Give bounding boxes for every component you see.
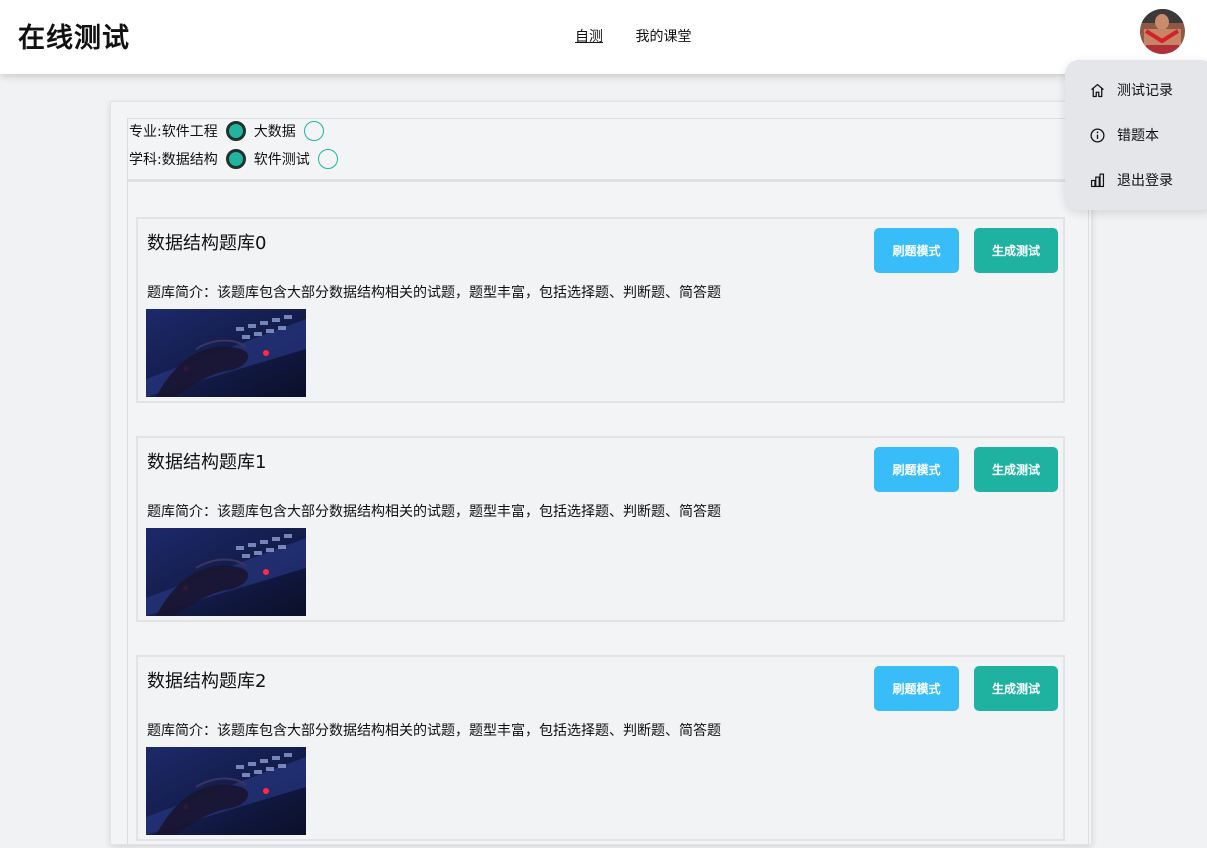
subject-option-label: 软件测试: [253, 152, 310, 168]
radio-software-testing[interactable]: [317, 149, 338, 169]
menu-item-label: 退出登录: [1117, 173, 1173, 189]
avatar[interactable]: [1140, 9, 1185, 54]
info-icon: [1090, 127, 1105, 143]
major-filter-label: 专业:: [129, 124, 162, 140]
menu-item-label: 测试记录: [1117, 83, 1173, 99]
radio-big-data[interactable]: [303, 121, 324, 141]
practice-mode-button[interactable]: 刷题模式: [874, 228, 959, 273]
menu-item-test-records[interactable]: 测试记录: [1089, 78, 1173, 102]
subject-option-label: 数据结构: [161, 152, 218, 168]
bank-title: 数据结构题库0: [147, 233, 267, 254]
bank-cover-image: [146, 747, 306, 835]
question-bank-card: 数据结构题库0 刷题模式 生成测试 题库简介：该题库包含大部分数据结构相关的试题…: [136, 217, 1065, 403]
generate-test-button[interactable]: 生成测试: [974, 228, 1058, 273]
home-icon: [1091, 83, 1104, 97]
question-bank-card: 数据结构题库1 刷题模式 生成测试 题库简介：该题库包含大部分数据结构相关的试题…: [136, 436, 1065, 622]
menu-item-logout[interactable]: 退出登录: [1089, 168, 1173, 192]
question-bank-card: 数据结构题库2 刷题模式 生成测试 题库简介：该题库包含大部分数据结构相关的试题…: [136, 655, 1065, 841]
practice-mode-button[interactable]: 刷题模式: [874, 666, 959, 711]
bank-title: 数据结构题库2: [147, 671, 267, 692]
main-panel: 专业: 软件工程 大数据 学科: 数据结构 软件测试 数据结构题库0 刷题模式 …: [110, 101, 1092, 845]
major-filter: 专业: 软件工程 大数据: [129, 119, 332, 143]
nav-item-my-classroom[interactable]: 我的课堂: [635, 29, 691, 45]
generate-test-button[interactable]: 生成测试: [974, 666, 1058, 711]
subject-filter-label: 学科:: [129, 152, 162, 168]
radio-data-structures[interactable]: [225, 149, 246, 169]
avatar-image: [1140, 9, 1185, 54]
bank-cover-image: [146, 528, 306, 616]
nav-item-self-test[interactable]: 自测: [575, 29, 603, 45]
generate-test-button[interactable]: 生成测试: [974, 447, 1058, 492]
major-option-label: 大数据: [253, 124, 296, 140]
radio-software-engineering[interactable]: [225, 121, 246, 141]
top-navbar: 在线测试 自测 我的课堂: [0, 0, 1207, 74]
filter-box: 专业: 软件工程 大数据 学科: 数据结构 软件测试: [127, 118, 1089, 182]
menu-item-wrong-answers[interactable]: 错题本: [1089, 123, 1159, 147]
bank-description: 题库简介：该题库包含大部分数据结构相关的试题，题型丰富，包括选择题、判断题、简答…: [147, 504, 721, 520]
subject-filter: 学科: 数据结构 软件测试: [129, 147, 346, 171]
user-dropdown-menu: 测试记录 错题本 退出登录: [1065, 60, 1207, 210]
bank-description: 题库简介：该题库包含大部分数据结构相关的试题，题型丰富，包括选择题、判断题、简答…: [147, 723, 721, 739]
bank-description: 题库简介：该题库包含大部分数据结构相关的试题，题型丰富，包括选择题、判断题、简答…: [147, 285, 721, 301]
menu-item-label: 错题本: [1117, 128, 1159, 144]
bank-title: 数据结构题库1: [147, 452, 267, 473]
app-title: 在线测试: [18, 23, 130, 54]
main-nav: 自测 我的课堂: [575, 26, 719, 46]
bank-cover-image: [146, 309, 306, 397]
major-option-label: 软件工程: [161, 124, 218, 140]
bar-chart-icon: [1090, 173, 1105, 187]
practice-mode-button[interactable]: 刷题模式: [874, 447, 959, 492]
